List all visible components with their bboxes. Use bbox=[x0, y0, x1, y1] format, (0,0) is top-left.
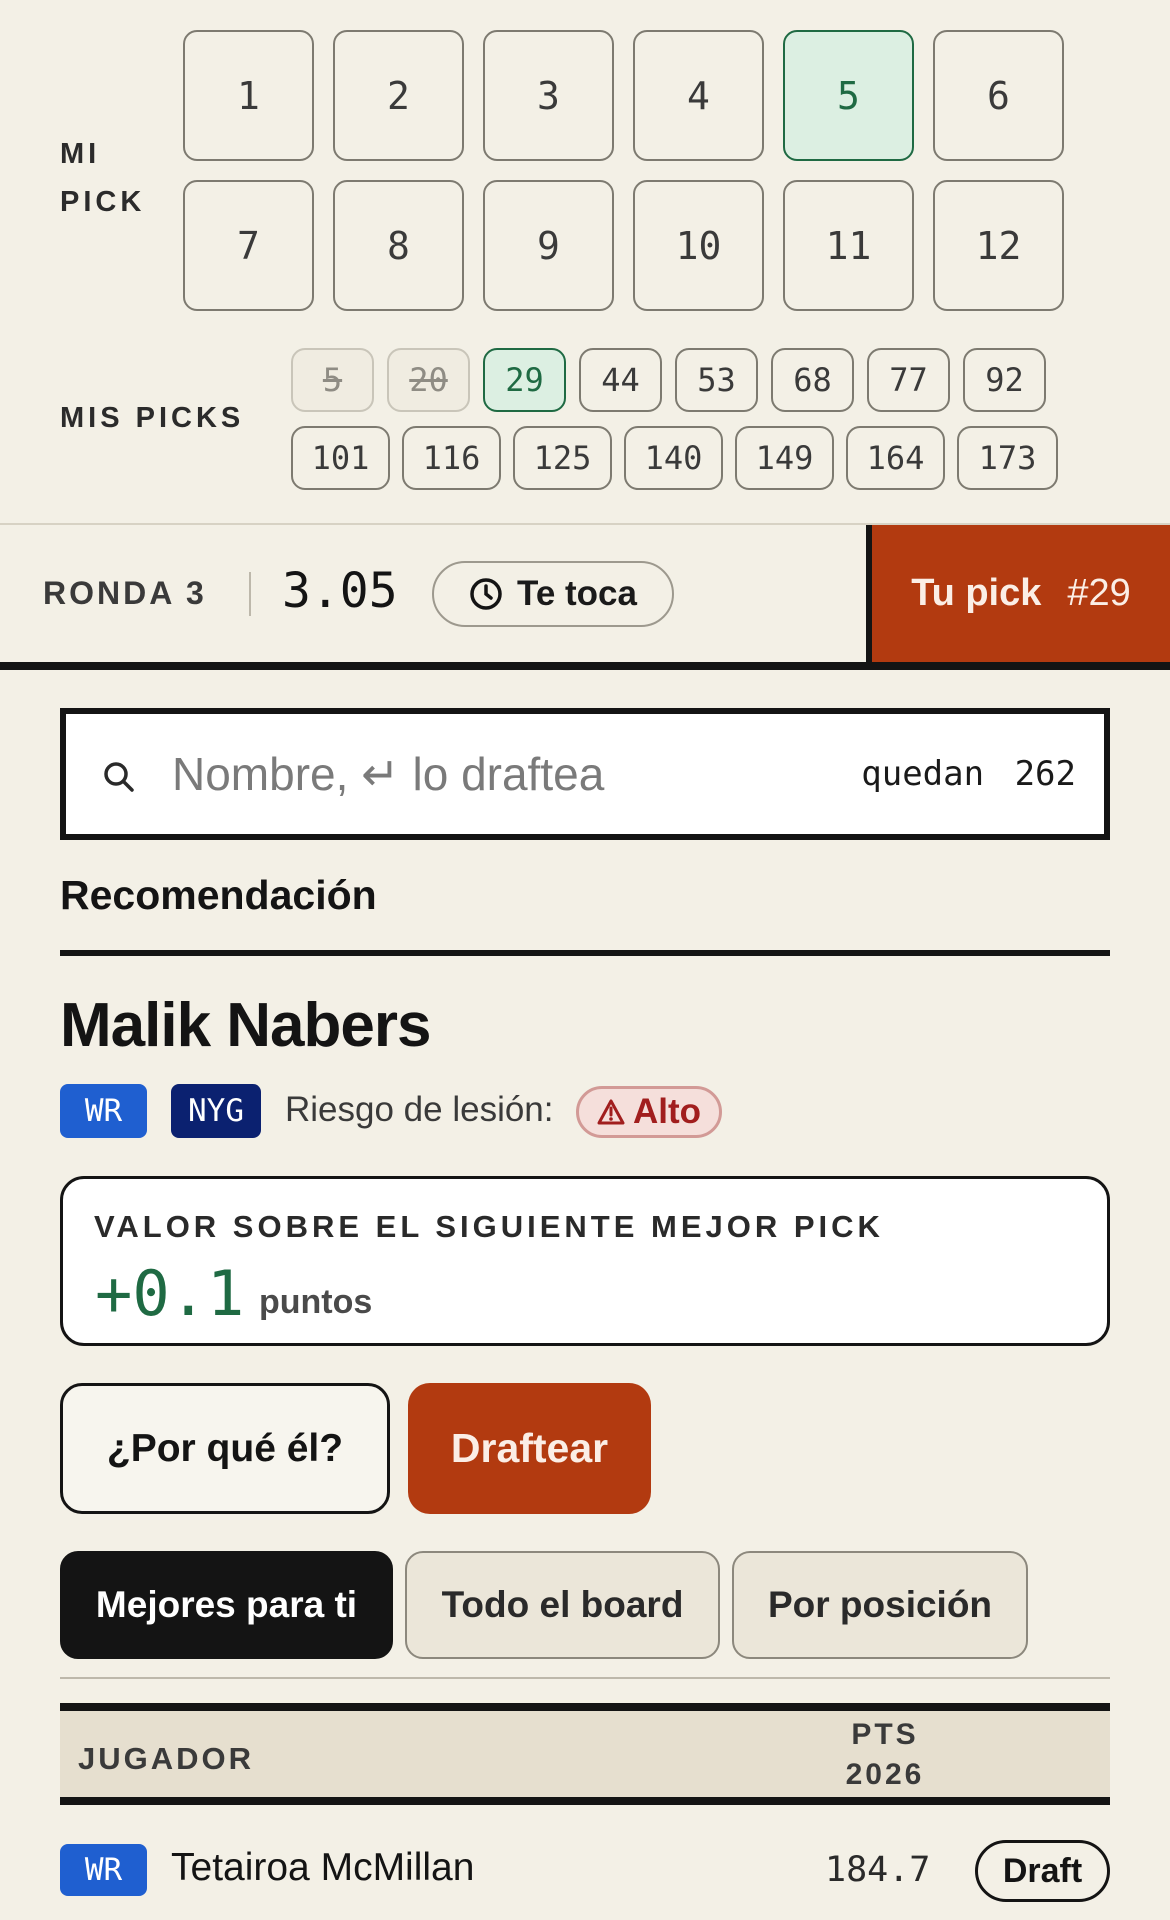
row-player-pts: 184.7 bbox=[825, 1850, 931, 1890]
my-pick-chip[interactable]: 68 bbox=[771, 348, 854, 412]
injury-risk-label: Riesgo de lesión: bbox=[285, 1090, 554, 1129]
row-draft-button[interactable]: Draft bbox=[975, 1840, 1110, 1902]
my-pick-chip[interactable]: 125 bbox=[513, 426, 612, 490]
tab-best-for-you[interactable]: Mejores para ti bbox=[60, 1551, 393, 1659]
player-search-box[interactable]: quedan 262 bbox=[60, 708, 1110, 840]
clock-icon bbox=[470, 578, 502, 610]
your-pick-label: Tu pick bbox=[911, 572, 1042, 614]
my-pick-chip: 5 bbox=[291, 348, 374, 412]
round-bar-border bbox=[0, 662, 1170, 670]
value-unit: puntos bbox=[259, 1283, 373, 1321]
table-row: WR Tetairoa McMillan 184.7 Draft bbox=[60, 1830, 1110, 1910]
search-icon bbox=[104, 762, 134, 792]
my-pick-chip[interactable]: 149 bbox=[735, 426, 834, 490]
recommendation-title: Recomendación bbox=[60, 872, 377, 918]
my-pick-chip[interactable]: 173 bbox=[957, 426, 1058, 490]
my-pick-chip[interactable]: 53 bbox=[675, 348, 758, 412]
my-pick-chip[interactable]: 77 bbox=[867, 348, 950, 412]
col-header-pts-line2: 2026 bbox=[845, 1758, 925, 1791]
col-header-pts: PTS 2026 bbox=[815, 1715, 955, 1795]
row-player-name: Tetairoa McMillan bbox=[171, 1846, 475, 1889]
value-card: VALOR SOBRE EL SIGUIENTE MEJOR PICK +0.1… bbox=[60, 1176, 1110, 1346]
pick-slot-12[interactable]: 12 bbox=[933, 180, 1064, 311]
my-pick-chip: 20 bbox=[387, 348, 470, 412]
pick-slot-7[interactable]: 7 bbox=[183, 180, 314, 311]
tabs-divider bbox=[60, 1677, 1110, 1679]
mi-pick-label-line1: MI bbox=[60, 138, 101, 170]
your-turn-pill: Te toca bbox=[432, 561, 674, 627]
value-card-title: VALOR SOBRE EL SIGUIENTE MEJOR PICK bbox=[94, 1209, 884, 1244]
your-pick-panel[interactable]: Tu pick #29 bbox=[866, 525, 1170, 662]
my-pick-chip[interactable]: 116 bbox=[402, 426, 501, 490]
table-header: JUGADOR PTS 2026 bbox=[60, 1703, 1110, 1805]
pick-slot-8[interactable]: 8 bbox=[333, 180, 464, 311]
search-input[interactable] bbox=[172, 744, 812, 804]
pick-code: 3.05 bbox=[282, 563, 398, 619]
my-pick-chip-current[interactable]: 29 bbox=[483, 348, 566, 412]
pick-slot-9[interactable]: 9 bbox=[483, 180, 614, 311]
pick-slot-3[interactable]: 3 bbox=[483, 30, 614, 161]
position-badge: WR bbox=[60, 1084, 147, 1138]
why-him-button[interactable]: ¿Por qué él? bbox=[60, 1383, 390, 1514]
pick-slot-2[interactable]: 2 bbox=[333, 30, 464, 161]
round-divider bbox=[249, 572, 251, 616]
my-pick-chip[interactable]: 92 bbox=[963, 348, 1046, 412]
pick-slot-6[interactable]: 6 bbox=[933, 30, 1064, 161]
my-pick-chip[interactable]: 101 bbox=[291, 426, 390, 490]
pick-slot-1[interactable]: 1 bbox=[183, 30, 314, 161]
pick-slot-10[interactable]: 10 bbox=[633, 180, 764, 311]
section-divider bbox=[60, 950, 1110, 956]
mi-pick-label-line2: PICK bbox=[60, 186, 146, 218]
your-turn-label: Te toca bbox=[517, 574, 637, 613]
mis-picks-label: MIS PICKS bbox=[60, 402, 245, 434]
injury-risk-badge: Alto bbox=[576, 1086, 722, 1138]
draft-button[interactable]: Draftear bbox=[408, 1383, 651, 1514]
round-label: RONDA 3 bbox=[43, 575, 207, 611]
row-position-badge: WR bbox=[60, 1844, 147, 1896]
warning-icon bbox=[597, 1099, 625, 1125]
my-pick-chip[interactable]: 44 bbox=[579, 348, 662, 412]
remaining-count: 262 bbox=[1014, 754, 1076, 794]
pick-slot-5-selected[interactable]: 5 bbox=[783, 30, 914, 161]
my-pick-chip[interactable]: 140 bbox=[624, 426, 723, 490]
remaining-counter: quedan 262 bbox=[861, 754, 1076, 794]
my-pick-chip[interactable]: 164 bbox=[846, 426, 945, 490]
pick-slot-11[interactable]: 11 bbox=[783, 180, 914, 311]
tab-by-position[interactable]: Por posición bbox=[732, 1551, 1028, 1659]
tab-full-board[interactable]: Todo el board bbox=[405, 1551, 720, 1659]
col-header-player: JUGADOR bbox=[78, 1741, 255, 1776]
your-pick-number: #29 bbox=[1067, 572, 1131, 614]
col-header-pts-line1: PTS bbox=[851, 1718, 919, 1751]
injury-risk-level: Alto bbox=[632, 1092, 702, 1131]
mi-pick-label: MI PICK bbox=[60, 130, 145, 226]
team-badge: NYG bbox=[171, 1084, 261, 1138]
remaining-label: quedan bbox=[861, 754, 985, 794]
value-amount: +0.1 bbox=[95, 1257, 245, 1330]
player-name: Malik Nabers bbox=[60, 991, 432, 1060]
pick-slot-4[interactable]: 4 bbox=[633, 30, 764, 161]
